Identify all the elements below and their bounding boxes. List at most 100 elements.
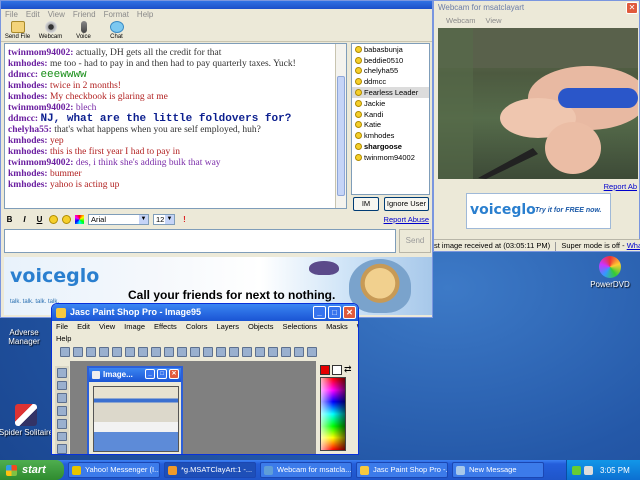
- menu-format[interactable]: Format: [104, 9, 129, 20]
- font-select[interactable]: Arial ▼: [88, 214, 149, 225]
- desktop-icon-adverse-manager[interactable]: Adverse Manager: [0, 328, 54, 346]
- buddy-list-item[interactable]: Katie: [352, 120, 429, 131]
- underline-button[interactable]: U: [34, 214, 45, 225]
- psp-tool-icon[interactable]: [73, 347, 83, 357]
- psp-tool-icon[interactable]: [125, 347, 135, 357]
- buddy-list[interactable]: babasbunja beddie0510 chelyha55 ddmcc Fearle…: [351, 43, 430, 195]
- color-spectrum[interactable]: [320, 377, 346, 451]
- taskbar-button[interactable]: Jasc Paint Shop Pro -...: [356, 462, 448, 478]
- psp-menu-window[interactable]: Window: [357, 321, 358, 333]
- report-abuse-link[interactable]: Report Ab: [604, 182, 637, 191]
- minimize-icon[interactable]: _: [145, 369, 155, 379]
- voiceglo-webcam-ad[interactable]: voiceglo Try it for FREE now.: [466, 193, 611, 229]
- color-picker-icon[interactable]: [75, 215, 84, 224]
- taskbar-button[interactable]: New Message: [452, 462, 544, 478]
- psp-menu-help[interactable]: Help: [52, 333, 358, 345]
- webcam-button[interactable]: Webcam: [37, 20, 64, 41]
- psp-tool-icon[interactable]: [138, 347, 148, 357]
- psp-toolbox-icon[interactable]: [57, 431, 67, 442]
- psp-tool-icon[interactable]: [268, 347, 278, 357]
- image-canvas[interactable]: [93, 386, 179, 452]
- italic-button[interactable]: I: [19, 214, 30, 225]
- foreground-color-swatch[interactable]: [320, 365, 330, 375]
- menu-edit[interactable]: Edit: [26, 9, 40, 20]
- taskbar-button[interactable]: Yahoo! Messenger (I...: [68, 462, 160, 478]
- psp-toolbox-icon[interactable]: [57, 393, 67, 404]
- psp-toolbox-icon[interactable]: [57, 406, 67, 416]
- psp-toolbox-icon[interactable]: [57, 444, 67, 454]
- voice-button[interactable]: Voice: [70, 20, 97, 41]
- taskbar-button[interactable]: *g.MSATClayArt:1 -...: [164, 462, 256, 478]
- send-file-button[interactable]: Send File: [4, 20, 31, 41]
- psp-tool-icon[interactable]: [242, 347, 252, 357]
- chat-scrollbar-thumb[interactable]: [337, 76, 345, 196]
- taskbar-button[interactable]: Webcam for msatcla...: [260, 462, 352, 478]
- psp-tool-icon[interactable]: [229, 347, 239, 357]
- psp-toolbox-icon[interactable]: [57, 368, 67, 378]
- buddy-list-item[interactable]: twinmom94002: [352, 152, 429, 163]
- buddy-list-item[interactable]: Kandi: [352, 109, 429, 120]
- psp-menu-view[interactable]: View: [99, 321, 115, 333]
- close-icon[interactable]: ✕: [626, 2, 638, 14]
- menu-view[interactable]: View: [48, 9, 65, 20]
- buddy-list-item[interactable]: Jackie: [352, 98, 429, 109]
- menu-file[interactable]: File: [5, 9, 18, 20]
- desktop-icon-powerdvd[interactable]: PowerDVD: [580, 256, 640, 289]
- psp-menu-file[interactable]: File: [56, 321, 68, 333]
- desktop-icon-spider-solitaire[interactable]: Spider Solitaire: [0, 404, 56, 437]
- menu-help[interactable]: Help: [137, 9, 153, 20]
- buddy-list-item[interactable]: beddie0510: [352, 55, 429, 66]
- psp-tool-icon[interactable]: [190, 347, 200, 357]
- message-input[interactable]: [4, 229, 396, 253]
- psp-menu-masks[interactable]: Masks: [326, 321, 348, 333]
- report-abuse-link[interactable]: Report Abuse: [384, 215, 429, 224]
- psp-toolbox-icon[interactable]: [57, 418, 67, 429]
- psp-tool-icon[interactable]: [60, 347, 70, 357]
- send-button[interactable]: Send: [399, 229, 431, 253]
- swap-colors-icon[interactable]: ⇄: [344, 364, 352, 375]
- yahoo-title-bar[interactable]: [1, 1, 432, 9]
- emoticon-alt-icon[interactable]: [62, 215, 71, 224]
- psp-menu-selections[interactable]: Selections: [282, 321, 317, 333]
- menu-view[interactable]: View: [485, 15, 501, 27]
- chat-scrollbar[interactable]: [335, 44, 346, 208]
- close-icon[interactable]: ✕: [343, 306, 356, 319]
- psp-menu-edit[interactable]: Edit: [77, 321, 90, 333]
- im-button[interactable]: IM: [353, 197, 379, 211]
- psp-menu-effects[interactable]: Effects: [154, 321, 177, 333]
- ignore-user-button[interactable]: Ignore User: [384, 197, 429, 211]
- psp-tool-icon[interactable]: [151, 347, 161, 357]
- psp-menu-layers[interactable]: Layers: [217, 321, 240, 333]
- buzz-icon[interactable]: !: [179, 214, 190, 225]
- webcam-title-bar[interactable]: Webcam for msatclayart ✕: [434, 1, 639, 15]
- psp-title-bar[interactable]: Jasc Paint Shop Pro - Image95 _ □ ✕: [52, 304, 358, 321]
- bold-button[interactable]: B: [4, 214, 15, 225]
- volume-tray-icon[interactable]: [584, 465, 593, 475]
- image-window-title-bar[interactable]: Image... _ □ ✕: [89, 368, 181, 382]
- buddy-list-item[interactable]: Fearless Leader: [352, 87, 429, 98]
- minimize-icon[interactable]: _: [313, 306, 326, 319]
- psp-tool-icon[interactable]: [86, 347, 96, 357]
- psp-tool-icon[interactable]: [112, 347, 122, 357]
- psp-menu-objects[interactable]: Objects: [248, 321, 273, 333]
- start-button[interactable]: start: [0, 460, 64, 480]
- psp-tool-icon[interactable]: [177, 347, 187, 357]
- buddy-list-item[interactable]: chelyha55: [352, 66, 429, 77]
- clock[interactable]: 3:05 PM: [600, 466, 630, 475]
- psp-menu-image[interactable]: Image: [124, 321, 145, 333]
- psp-toolbox-icon[interactable]: [57, 380, 67, 391]
- buddy-list-item[interactable]: kmhodes: [352, 130, 429, 141]
- psp-tool-icon[interactable]: [216, 347, 226, 357]
- psp-tool-icon[interactable]: [99, 347, 109, 357]
- maximize-icon[interactable]: □: [328, 306, 341, 319]
- buddy-list-item[interactable]: babasbunja: [352, 44, 429, 55]
- psp-menu-colors[interactable]: Colors: [186, 321, 208, 333]
- psp-tool-icon[interactable]: [255, 347, 265, 357]
- menu-webcam[interactable]: Webcam: [446, 15, 475, 27]
- maximize-icon[interactable]: □: [157, 369, 167, 379]
- emoticon-icon[interactable]: [49, 215, 58, 224]
- background-color-swatch[interactable]: [332, 365, 342, 375]
- psp-tool-icon[interactable]: [203, 347, 213, 357]
- buddy-list-item[interactable]: ddmcc: [352, 76, 429, 87]
- chat-log[interactable]: twinmom94002: actually, DH gets all the …: [4, 43, 347, 209]
